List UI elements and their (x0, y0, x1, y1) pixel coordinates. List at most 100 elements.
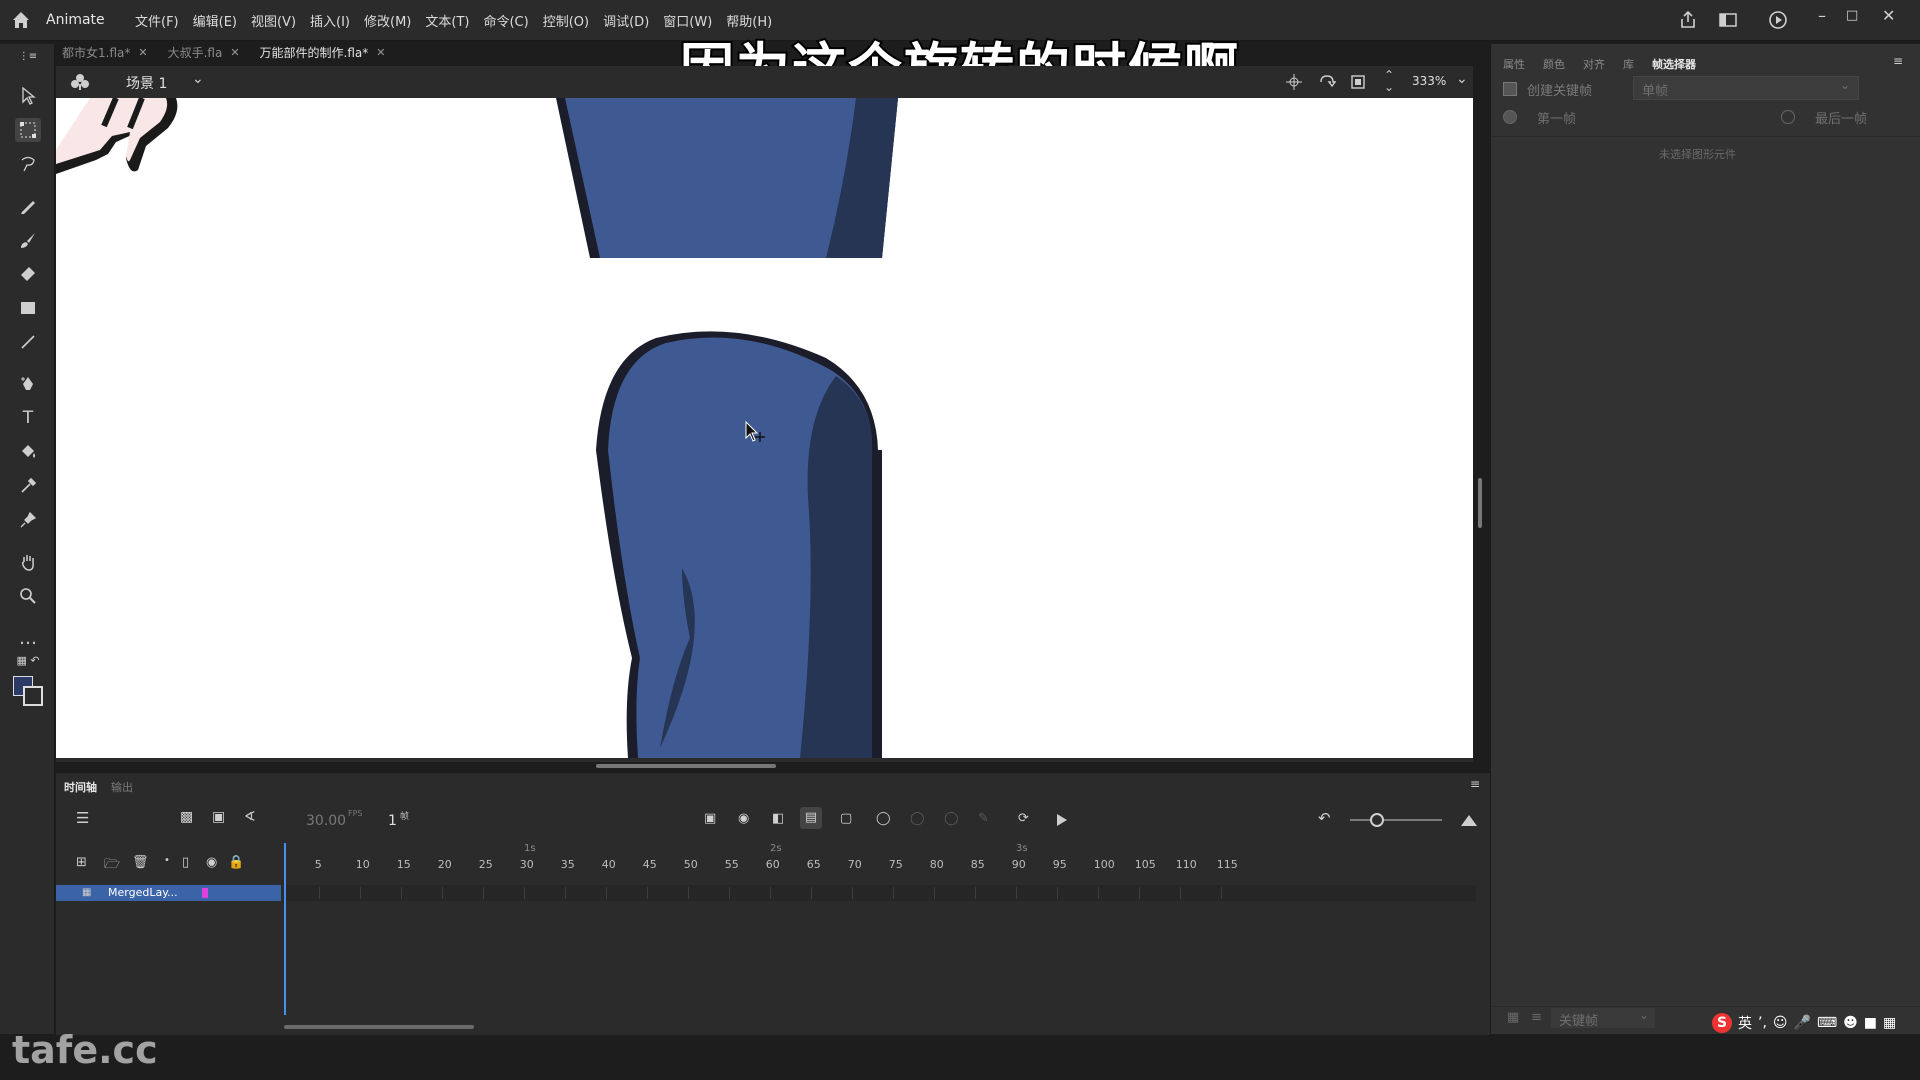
panel-menu-icon[interactable]: ≡ (1470, 777, 1480, 791)
tab-properties[interactable]: 属性 (1503, 56, 1525, 72)
timeline-scrollbar[interactable] (284, 1025, 474, 1029)
hand-tool-icon[interactable] (15, 550, 41, 574)
undo-icon[interactable]: ↶ (1318, 809, 1331, 827)
close-tab-icon[interactable]: ✕ (230, 46, 239, 59)
selection-tool-icon[interactable] (15, 84, 41, 108)
zoom-slider-track[interactable] (1350, 819, 1442, 821)
layer-parenting-icon[interactable]: ▣ (212, 809, 225, 825)
first-frame-radio[interactable] (1503, 110, 1517, 124)
highlight-layer-icon[interactable]: • (164, 855, 170, 866)
maximize-icon[interactable]: □ (1846, 8, 1858, 23)
ime-lang[interactable]: 英 (1738, 1013, 1752, 1033)
stage-horizontal-scrollbar[interactable] (596, 764, 776, 768)
eraser-tool-icon[interactable] (15, 262, 41, 286)
insert-blank-keyframe-icon[interactable]: ◉ (738, 811, 749, 826)
lower-arm-shape[interactable] (596, 331, 882, 758)
fps-value[interactable]: 30.00 (306, 813, 346, 829)
grid-view-icon[interactable]: ▦ (1507, 1010, 1519, 1025)
loop-icon[interactable]: ⟳ (1018, 811, 1029, 826)
frames-row[interactable] (286, 885, 1476, 901)
tab-align[interactable]: 对齐 (1583, 56, 1605, 72)
edit-scene-icon[interactable] (70, 72, 90, 92)
fit-frames-icon[interactable] (1460, 813, 1478, 827)
classic-tween-icon[interactable]: ▢ (840, 811, 852, 826)
insert-frame-icon[interactable]: ◧ (772, 811, 784, 826)
right-panel: 属性 颜色 对齐 库 帧选择器 ≡ 创建关键帧 单帧 ⌄ 第一帧 最后一帧 未选… (1490, 44, 1920, 1034)
emoji-icon[interactable]: ☺ (1773, 1015, 1788, 1031)
graph-icon[interactable]: ∢ (244, 809, 256, 825)
add-layer-icon[interactable]: ⊞ (76, 855, 87, 870)
zoom-stepper-icon[interactable]: ⌃ ⌄ (1384, 69, 1394, 93)
trash-icon[interactable]: 🗑 (132, 855, 149, 870)
panel-menu-icon[interactable]: ≡ (1893, 54, 1903, 68)
doc-tab[interactable]: 大叔手.fla ✕ (160, 42, 248, 62)
pencil-tool-icon[interactable] (15, 194, 41, 218)
pen-tool-icon[interactable] (15, 372, 41, 396)
keyboard-icon[interactable]: ⌨ (1817, 1015, 1837, 1031)
zoom-tool-icon[interactable] (15, 584, 41, 608)
onion-skin-icon[interactable]: ◯ (876, 811, 891, 826)
punctuation-icon[interactable]: ’, (1758, 1015, 1767, 1031)
upper-arm-shape[interactable] (556, 98, 898, 258)
create-keyframe-checkbox[interactable] (1503, 82, 1517, 96)
swap-colors-icon[interactable]: ▦ ↶ (15, 652, 41, 668)
frame-ruler[interactable]: 5 10 15 20 25 30 35 40 45 50 55 60 65 70 75 80 85 90 95 100… (286, 843, 1476, 873)
last-frame-radio[interactable] (1781, 110, 1795, 124)
doc-tab-active[interactable]: 万能部件的制作.fla* ✕ (252, 42, 394, 62)
chevron-down-icon[interactable]: ⌄ (192, 71, 204, 87)
doc-tab[interactable]: 都市女1.fla* ✕ (54, 42, 156, 62)
paint-bucket-tool-icon[interactable] (15, 440, 41, 464)
rectangle-tool-icon[interactable] (15, 296, 41, 320)
eyedropper-tool-icon[interactable] (15, 474, 41, 498)
insert-keyframe-icon[interactable]: ▣ (704, 811, 716, 826)
add-folder-icon[interactable]: 🗁 (104, 855, 120, 877)
outline-toggle-icon[interactable]: ▯ (182, 855, 189, 870)
skin-icon[interactable]: ■ (1864, 1015, 1877, 1031)
scene-name[interactable]: 场景 1 (126, 73, 167, 93)
keyframe-select[interactable]: 关键帧 ⌄ (1551, 1008, 1655, 1029)
close-icon[interactable]: ✕ (1882, 6, 1895, 25)
tab-timeline[interactable]: 时间轴 (64, 779, 97, 795)
frame-mode-select[interactable]: 单帧 ⌄ (1633, 76, 1859, 100)
zoom-slider-thumb[interactable] (1370, 813, 1384, 827)
lasso-tool-icon[interactable] (15, 152, 41, 176)
more-tools-icon[interactable]: … (15, 626, 41, 650)
layers-icon[interactable]: ☰ (76, 809, 89, 827)
minimize-icon[interactable]: – (1818, 6, 1826, 25)
tab-output[interactable]: 输出 (111, 779, 133, 795)
create-tween-icon[interactable]: ▤ (800, 807, 822, 829)
current-frame[interactable]: 1 (388, 813, 397, 829)
playhead[interactable] (284, 843, 286, 1015)
stroke-fill-swatch[interactable] (13, 676, 43, 706)
play-icon[interactable] (1054, 813, 1068, 827)
line-tool-icon[interactable] (15, 330, 41, 354)
tab-library[interactable]: 库 (1623, 56, 1634, 72)
mic-icon[interactable]: 🎤 (1794, 1015, 1811, 1031)
user-icon[interactable]: ☻ (1843, 1015, 1858, 1031)
camera-icon[interactable]: ▩ (180, 809, 193, 825)
brush-tool-icon[interactable] (15, 228, 41, 252)
chevron-down-icon[interactable]: ⌄ (1456, 71, 1468, 87)
grid-menu-icon[interactable]: ▦ (1883, 1015, 1896, 1031)
panel-grip-icon[interactable]: ⋮≡ (15, 48, 41, 64)
hide-layers-icon[interactable]: ◉ (206, 855, 217, 870)
list-view-icon[interactable]: ≡ (1531, 1010, 1542, 1025)
lock-icon[interactable]: 🔒 (228, 855, 244, 870)
center-stage-icon[interactable] (1286, 74, 1302, 90)
sogou-logo-icon[interactable]: S (1712, 1013, 1732, 1033)
clip-stage-icon[interactable] (1350, 74, 1366, 90)
close-tab-icon[interactable]: ✕ (376, 46, 385, 59)
zoom-level[interactable]: 333% (1412, 74, 1446, 88)
layer-row[interactable]: ▦ MergedLay... (56, 885, 281, 901)
layer-color-swatch[interactable] (202, 888, 208, 898)
tab-color[interactable]: 颜色 (1543, 56, 1565, 72)
stage-vertical-scrollbar[interactable] (1478, 478, 1482, 528)
stage-canvas[interactable] (56, 98, 1473, 758)
text-tool-icon[interactable]: T (15, 406, 41, 430)
pin-tool-icon[interactable] (15, 508, 41, 532)
free-transform-tool-icon[interactable] (15, 118, 41, 142)
rotate-stage-icon[interactable] (1318, 74, 1336, 90)
close-tab-icon[interactable]: ✕ (138, 46, 147, 59)
layer-name[interactable]: MergedLay... (108, 886, 178, 899)
tab-frame-picker[interactable]: 帧选择器 (1652, 56, 1696, 72)
